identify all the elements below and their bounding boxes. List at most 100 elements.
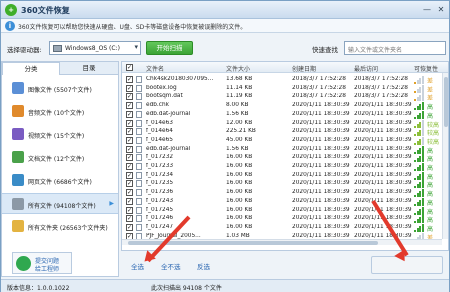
vertical-scroll-thumb[interactable] (444, 77, 448, 127)
cell-name: f_014e63 (146, 119, 173, 126)
header-checkbox[interactable]: ✓ (126, 64, 133, 71)
category-item[interactable]: 所有文件夹 (26563个文件夹) (2, 216, 118, 237)
hint-text: 360文件恢复可以帮助您快速从硬盘、U盘、SD卡等磁盘设备中恢复被误删除的文件。 (18, 24, 247, 31)
cell-name: f_017235 (146, 180, 174, 187)
cell-accessed: 2020/1/11 18:30:39 (354, 128, 412, 135)
cell-name: bootsqm.dat (146, 93, 183, 100)
category-item[interactable]: 文档文件 (12个文件) (2, 147, 118, 168)
category-item[interactable]: 网页文件 (6686个文件) (2, 170, 118, 191)
cell-name: bootex.log (146, 84, 177, 91)
scan-button[interactable]: 开始扫描 (146, 41, 193, 55)
cell-name: f_017247 (146, 223, 174, 230)
cell-size: 16.00 KB (226, 171, 253, 178)
drive-icon (53, 45, 62, 52)
cell-size: 1.56 KB (226, 110, 249, 117)
cell-name: f_014e64 (146, 128, 173, 135)
invert-selection-link[interactable]: 反选 (197, 261, 210, 271)
category-label: 图像文件 (5507个文件) (28, 87, 92, 94)
cell-name: f_014e65 (146, 136, 173, 143)
cell-size: 8.00 KB (226, 102, 249, 109)
header-size[interactable]: 文件大小 (226, 64, 250, 73)
cell-created: 2020/1/11 18:30:39 (292, 154, 350, 161)
category-item[interactable]: 所有文件 (94108个文件) ▶ (2, 193, 118, 214)
cell-created: 2020/1/11 18:30:39 (292, 206, 350, 213)
header-created[interactable]: 创建日期 (292, 64, 316, 73)
cell-accessed: 2020/1/11 18:30:39 (354, 206, 412, 213)
cell-created: 2020/1/11 18:30:39 (292, 136, 350, 143)
category-label: 视频文件 (15个文件) (28, 133, 85, 140)
cell-size: 11.19 KB (226, 93, 253, 100)
category-icon (12, 105, 24, 117)
cell-accessed: 2020/1/11 18:30:39 (354, 223, 412, 230)
main-window: + 360文件恢复 — ✕ i 360文件恢复可以帮助您快速从硬盘、U盘、SD卡… (0, 0, 450, 292)
cell-created: 2018/3/7 17:52:28 (292, 93, 346, 100)
cell-name: edb.dat-journal (146, 110, 191, 117)
cell-name: f_017232 (146, 154, 174, 161)
cell-name: edb.dat-journal (146, 145, 191, 152)
cell-size: 16.00 KB (226, 223, 253, 230)
cell-size: 16.00 KB (226, 206, 253, 213)
cell-size: 1.56 KB (226, 145, 249, 152)
cell-size: 11.14 KB (226, 84, 253, 91)
close-button[interactable]: ✕ (435, 4, 447, 15)
tab-category[interactable]: 分类 (2, 62, 60, 75)
cell-size: 225.21 KB (226, 128, 256, 135)
category-label: 网页文件 (6686个文件) (28, 179, 92, 186)
select-all-link[interactable]: 全选 (131, 261, 144, 271)
category-label: 音频文件 (10个文件) (28, 110, 85, 117)
drive-value: Windows8_OS (C:) (65, 45, 120, 52)
category-item[interactable]: 视频文件 (15个文件) (2, 124, 118, 145)
table-header: ✓ 文件名 文件大小 创建日期 最后访问 可恢复性 (122, 62, 448, 73)
file-table: ✓ 文件名 文件大小 创建日期 最后访问 可恢复性 ✓ Chk4sk2018030… (121, 61, 449, 251)
cell-size: 1.03 MB (226, 232, 250, 239)
chevron-down-icon: ▾ (134, 43, 138, 51)
category-item[interactable]: 音频文件 (10个文件) (2, 101, 118, 122)
category-item[interactable]: 图像文件 (5507个文件) (2, 78, 118, 99)
cell-size: 13.68 KB (226, 76, 253, 82)
info-icon: i (5, 21, 15, 31)
cell-size: 16.00 KB (226, 180, 253, 187)
cell-accessed: 2020/1/11 18:30:39 (354, 154, 412, 161)
version-info: 版本信息：1.0.0.1022 (7, 285, 70, 292)
status-bar: 版本信息：1.0.0.1022 此次扫描出 94108 个文件 (1, 279, 449, 292)
window-title: 360文件恢复 (21, 6, 70, 15)
hint-bar: i 360文件恢复可以帮助您快速从硬盘、U盘、SD卡等磁盘设备中恢复被误删除的文… (1, 19, 449, 33)
cell-accessed: 2020/1/11 18:30:39 (354, 136, 412, 143)
cell-accessed: 2020/1/11 18:30:39 (354, 145, 412, 152)
cell-accessed: 2020/1/11 18:30:39 (354, 102, 412, 109)
drive-select[interactable]: Windows8_OS (C:) ▾ (49, 41, 141, 55)
cell-accessed: 2018/3/7 17:52:28 (354, 84, 408, 91)
category-icon (12, 174, 24, 186)
minimize-button[interactable]: — (421, 4, 433, 15)
select-none-link[interactable]: 全不选 (161, 261, 181, 271)
cell-created: 2020/1/11 18:30:39 (292, 232, 350, 239)
app-logo-icon: + (5, 4, 17, 16)
vertical-scrollbar[interactable] (442, 73, 448, 239)
cell-created: 2020/1/11 18:30:39 (292, 128, 350, 135)
cell-accessed: 2020/1/11 18:30:39 (354, 110, 412, 117)
cell-accessed: 2020/1/11 18:30:39 (354, 163, 412, 169)
search-input[interactable]: 输入文件或文件夹名 (344, 41, 446, 55)
tab-directory[interactable]: 目录 (60, 62, 118, 75)
cell-size: 45.00 KB (226, 136, 253, 143)
category-icon (12, 128, 24, 140)
cell-accessed: 2020/1/11 18:30:39 (354, 119, 412, 126)
category-label: 所有文件 (94108个文件) (28, 203, 96, 210)
header-name[interactable]: 文件名 (146, 64, 164, 73)
cell-accessed: 2020/1/11 18:30:39 (354, 232, 412, 239)
header-recoverability[interactable]: 可恢复性 (414, 64, 438, 73)
cell-accessed: 2020/1/11 18:30:39 (354, 197, 412, 204)
cell-created: 2020/1/11 18:30:39 (292, 171, 350, 178)
header-accessed[interactable]: 最后访问 (354, 64, 378, 73)
feedback-button[interactable]: 提交问题 给工程师 (12, 252, 72, 274)
cell-name: edb.chk (146, 102, 169, 109)
cell-name: f_017236 (146, 189, 174, 196)
cell-name: Chk4sk20180307095... (146, 76, 214, 82)
cell-created: 2020/1/11 18:30:39 (292, 102, 350, 109)
cell-accessed: 2020/1/11 18:30:39 (354, 180, 412, 187)
cell-size: 16.00 KB (226, 154, 253, 161)
category-label: 所有文件夹 (26563个文件夹) (28, 225, 108, 232)
engineer-avatar-icon (16, 256, 31, 271)
cell-size: 16.00 KB (226, 197, 253, 204)
cell-created: 2018/3/7 17:52:28 (292, 76, 346, 82)
